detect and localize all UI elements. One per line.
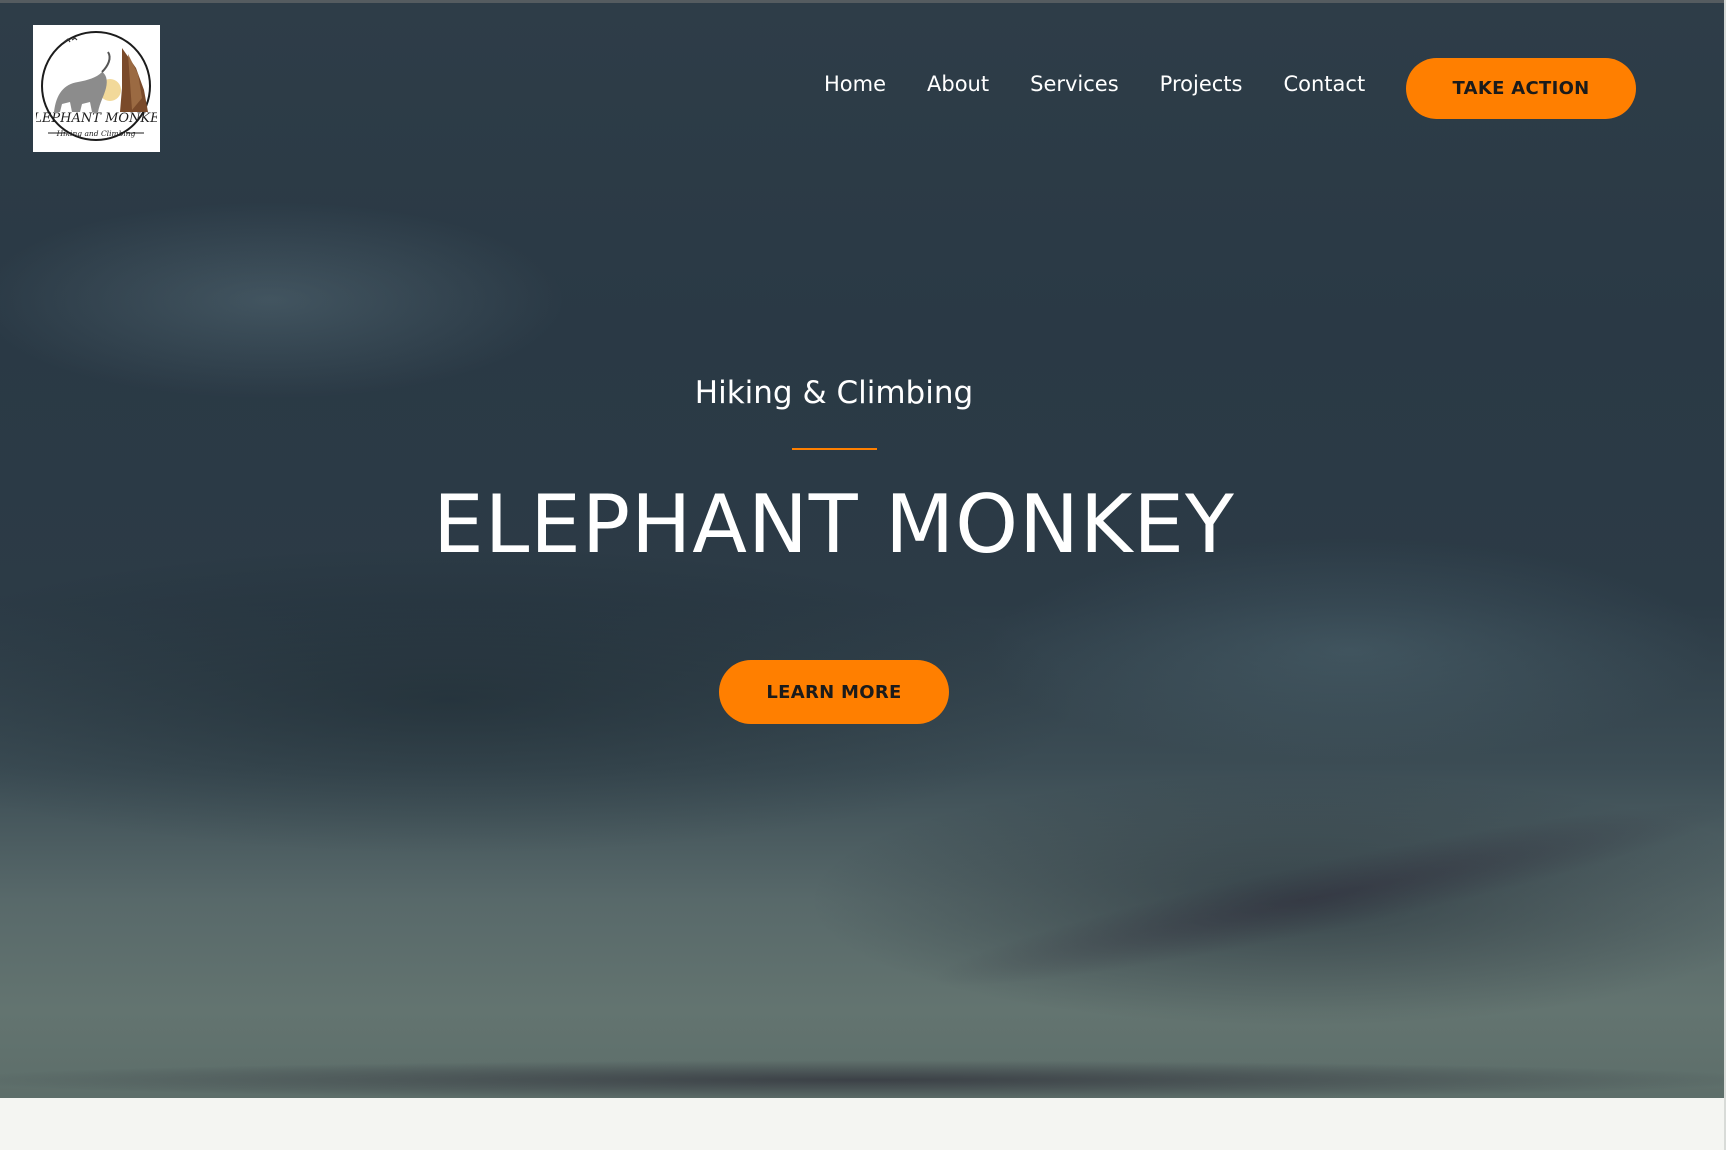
take-action-button[interactable]: TAKE ACTION — [1406, 58, 1636, 119]
top-border — [0, 0, 1726, 3]
main-nav: Home About Services Projects Contact — [824, 72, 1365, 96]
site-logo[interactable]: ELEPHANT MONKEY Hiking and Climbing — [33, 25, 160, 152]
svg-text:ELEPHANT MONKEY: ELEPHANT MONKEY — [36, 111, 157, 126]
learn-more-button[interactable]: LEARN MORE — [719, 660, 949, 724]
cloud-streak-decoration — [921, 775, 1726, 1015]
nav-link-services[interactable]: Services — [1030, 72, 1119, 96]
svg-text:Hiking and Climbing: Hiking and Climbing — [56, 129, 136, 138]
elephant-monkey-logo-icon: ELEPHANT MONKEY Hiking and Climbing — [36, 31, 157, 141]
hero-title: ELEPHANT MONKEY — [433, 478, 1235, 571]
hero-section: ELEPHANT MONKEY Hiking and Climbing Home… — [0, 0, 1726, 1098]
nav-link-about[interactable]: About — [927, 72, 989, 96]
nav-link-projects[interactable]: Projects — [1160, 72, 1243, 96]
nav-link-home[interactable]: Home — [824, 72, 886, 96]
nav-link-contact[interactable]: Contact — [1283, 72, 1365, 96]
page: ELEPHANT MONKEY Hiking and Climbing Home… — [0, 0, 1726, 1150]
cloud-band-decoration — [0, 1060, 1726, 1098]
hero-eyebrow: Hiking & Climbing — [694, 375, 974, 411]
hero-divider — [792, 448, 877, 450]
